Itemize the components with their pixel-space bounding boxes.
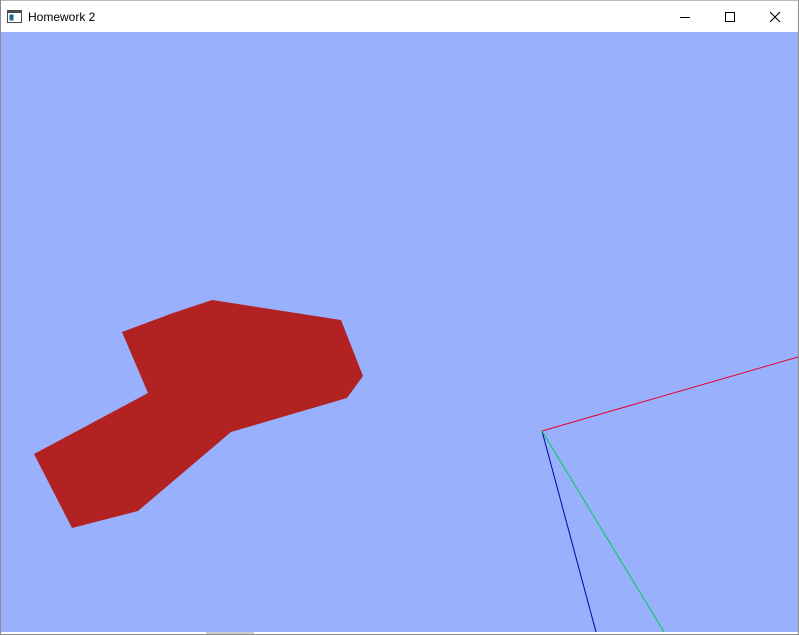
minimize-icon (680, 16, 690, 18)
app-icon (7, 10, 22, 23)
maximize-icon (725, 11, 735, 22)
close-button[interactable] (752, 1, 798, 32)
window-title: Homework 2 (28, 10, 96, 24)
minimize-button[interactable] (662, 1, 708, 32)
close-icon (769, 11, 781, 22)
render-canvas[interactable] (1, 32, 798, 632)
title-bar[interactable]: Homework 2 (1, 0, 798, 32)
app-window: Homework 2 (0, 0, 799, 635)
bottom-edge-handle[interactable] (206, 632, 254, 634)
maximize-button[interactable] (707, 1, 753, 32)
scene-background (1, 32, 798, 632)
